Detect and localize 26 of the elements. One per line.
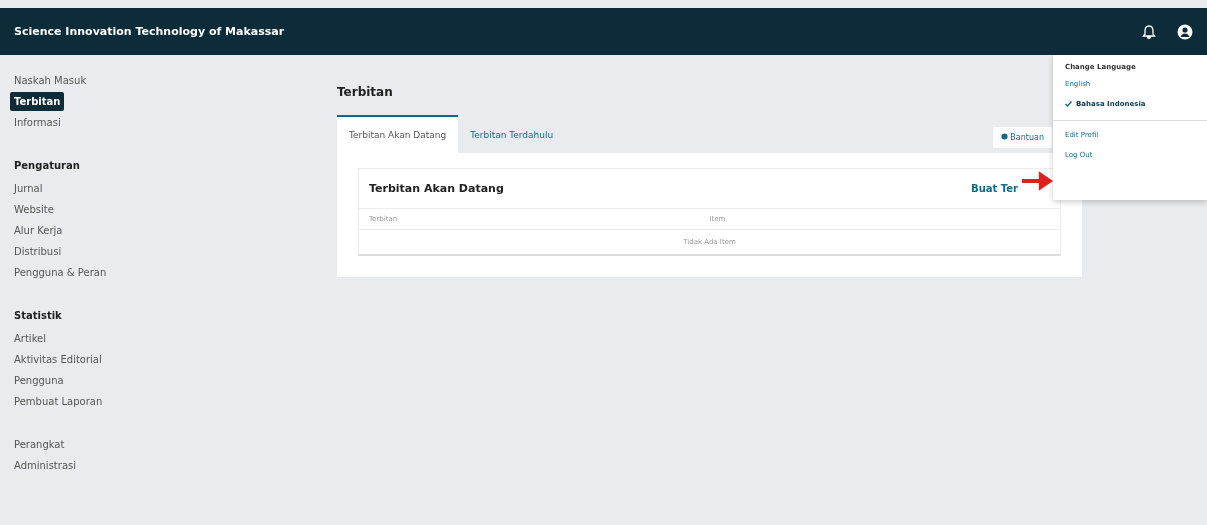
help-button[interactable]: Bantuan	[992, 127, 1052, 148]
bell-icon[interactable]	[1141, 23, 1157, 40]
sidebar-item[interactable]: Artikel	[10, 329, 51, 348]
sidebar-item[interactable]: Administrasi	[10, 456, 80, 475]
sidebar-item[interactable]: Website	[10, 200, 58, 219]
user-avatar-icon[interactable]	[1177, 23, 1193, 40]
sidebar-item[interactable]: Pengguna	[10, 371, 68, 390]
app-title: Science Innovation Technology of Makassar	[14, 25, 286, 38]
sidebar-item[interactable]: Alur Kerja	[10, 221, 67, 240]
sidebar-item[interactable]: Jurnal	[10, 179, 47, 198]
card-title: Terbitan Akan Datang	[369, 182, 505, 195]
sidebar-heading: Statistik	[13, 309, 63, 323]
tab[interactable]: Terbitan Akan Datang	[337, 115, 459, 153]
tab[interactable]: Terbitan Terdahulu	[458, 115, 566, 153]
sidebar-item[interactable]: Perangkat	[10, 435, 69, 454]
sidebar-heading: Pengaturan	[13, 159, 81, 173]
sidebar-item[interactable]: Distribusi	[10, 242, 66, 261]
sidebar-item[interactable]: Naskah Masuk	[10, 71, 91, 90]
sidebar-item[interactable]: Informasi	[10, 113, 65, 132]
sidebar-item[interactable]: Terbitan	[10, 92, 65, 111]
page-title: Terbitan	[337, 85, 393, 99]
sidebar-item[interactable]: Pembuat Laporan	[10, 392, 107, 411]
sidebar-item[interactable]: Aktivitas Editorial	[10, 350, 106, 369]
sidebar-item[interactable]: Pengguna & Peran	[10, 263, 111, 282]
create-issue-link[interactable]: Buat Ter	[969, 181, 1020, 196]
checkmark-icon	[1065, 101, 1072, 107]
